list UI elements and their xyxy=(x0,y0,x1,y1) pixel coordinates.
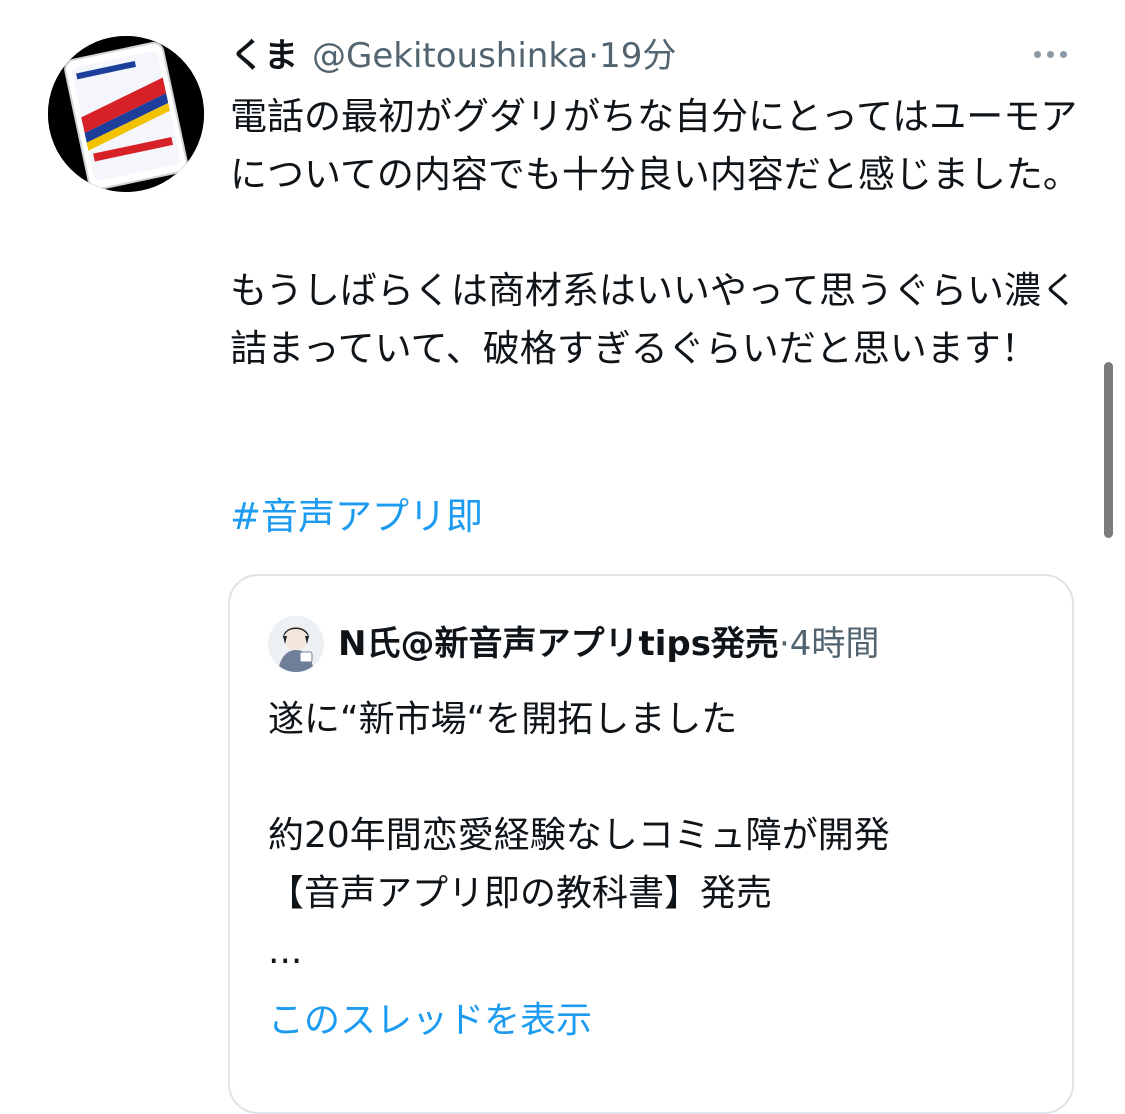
quoted-timestamp[interactable]: 4時間 xyxy=(790,624,880,664)
illustrated-person-avatar xyxy=(268,616,324,672)
more-dot xyxy=(1033,50,1041,58)
tweet[interactable]: くま @Gekitoushinka·19分 電話の最初がグダリがちな自分にとっては… xyxy=(0,0,1125,1114)
scrollbar-thumb[interactable] xyxy=(1104,362,1113,538)
more-dot xyxy=(1059,50,1067,58)
user-handle[interactable]: @Gekitoushinka xyxy=(312,36,588,76)
tweet-header: くま @Gekitoushinka·19分 xyxy=(230,32,676,80)
hashtag-link[interactable]: #音声アプリ即 xyxy=(230,488,483,546)
display-name[interactable]: くま xyxy=(230,36,298,76)
show-thread-link[interactable]: このスレッドを表示 xyxy=(268,992,592,1050)
quoted-user-avatar[interactable] xyxy=(268,616,324,672)
user-avatar[interactable] xyxy=(48,36,204,192)
separator-dot: · xyxy=(778,624,790,664)
quoted-tweet-header: N氏@新音声アプリtips発売·4時間 xyxy=(338,618,879,670)
more-dot xyxy=(1046,50,1054,58)
quoted-display-name[interactable]: N氏@新音声アプリtips発売 xyxy=(338,624,779,664)
quoted-tweet[interactable]: N氏@新音声アプリtips発売·4時間 遂に“新市場“を開拓しました 約20年間… xyxy=(228,574,1074,1114)
frisk-mint-logo-avatar xyxy=(48,36,204,192)
timestamp[interactable]: 19分 xyxy=(599,36,676,76)
tweet-text: 電話の最初がグダリがちな自分にとってはユーモアについての内容でも十分良い内容だと… xyxy=(230,95,1080,370)
more-horizontal-icon[interactable] xyxy=(1024,34,1076,74)
separator-dot: · xyxy=(588,36,600,76)
quoted-tweet-text: 遂に“新市場“を開拓しました 約20年間恋愛経験なしコミュ障が開発 【音声アプリ… xyxy=(268,699,890,972)
